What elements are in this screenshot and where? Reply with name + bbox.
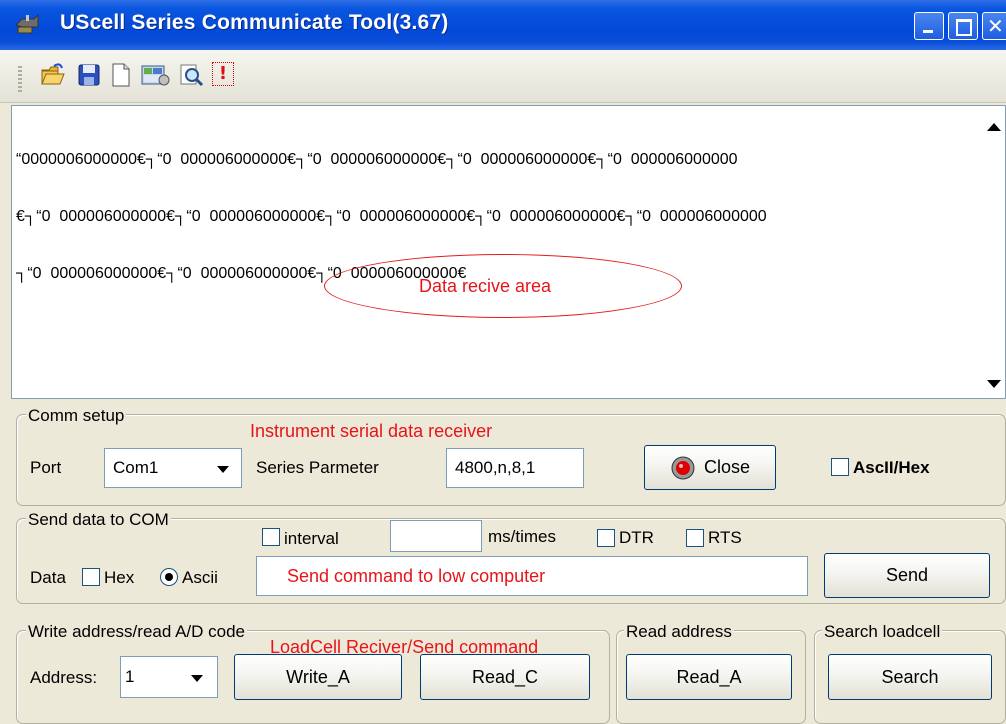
send-button[interactable]: Send	[824, 553, 990, 598]
radio-selected-dot	[165, 573, 173, 581]
title-bar[interactable]: UScell Series Communicate Tool(3.67)	[0, 0, 1006, 50]
receive-area-annotation: Data recive area	[419, 276, 552, 296]
chevron-down-icon	[191, 675, 203, 682]
maximize-icon[interactable]	[948, 12, 978, 40]
address-value: 1	[125, 667, 135, 686]
dtr-checkbox[interactable]	[597, 529, 615, 547]
chevron-down-icon	[217, 466, 229, 473]
comm-setup-annotation: Instrument serial data receiver	[250, 421, 493, 441]
ascii-label: Ascii	[182, 568, 218, 587]
read-c-button[interactable]: Read_C	[420, 654, 590, 700]
rts-checkbox[interactable]	[686, 529, 704, 547]
write-address-legend: Write address/read A/D code	[26, 622, 248, 642]
vertical-scrollbar[interactable]	[983, 106, 1005, 398]
close-icon[interactable]	[982, 12, 1006, 40]
app-icon	[15, 13, 39, 34]
minimize-icon[interactable]	[914, 12, 944, 40]
interval-checkbox[interactable]	[262, 528, 280, 546]
close-port-button[interactable]: Close	[644, 445, 776, 490]
interval-label: interval	[284, 529, 339, 548]
close-port-label: Close	[703, 457, 751, 477]
alert-icon[interactable]: !	[212, 62, 234, 86]
send-data-legend: Send data to COM	[26, 510, 171, 530]
settings-icon[interactable]	[140, 62, 170, 88]
ascii-radio[interactable]	[160, 568, 178, 586]
read-a-button[interactable]: Read_A	[626, 654, 792, 700]
port-label: Port	[30, 458, 62, 477]
scroll-down-icon[interactable]	[987, 380, 1001, 388]
command-input[interactable]: Send command to low computer	[256, 556, 808, 596]
data-label: Data	[30, 568, 66, 587]
received-line: “0000006000000€┐“0 000006000000€┐“0 0000…	[16, 151, 738, 168]
search-button[interactable]: Search	[828, 654, 992, 700]
alert-glyph: !	[218, 63, 228, 84]
search-loadcell-legend: Search loadcell	[822, 622, 943, 642]
save-disk-icon[interactable]	[76, 62, 102, 88]
address-label: Address:	[30, 668, 98, 687]
data-receive-area[interactable]: “0000006000000€┐“0 000006000000€┐“0 0000…	[11, 105, 1006, 399]
ascii-hex-label: AscII/Hex	[853, 458, 930, 477]
series-parameter-input[interactable]: 4800,n,8,1	[446, 448, 584, 488]
interval-input[interactable]	[390, 520, 482, 552]
window-title: UScell Series Communicate Tool(3.67)	[60, 11, 449, 34]
toolbar-grip[interactable]	[18, 66, 22, 92]
rts-label: RTS	[708, 528, 742, 547]
address-select[interactable]: 1	[120, 656, 218, 698]
ms-times-label: ms/times	[488, 527, 556, 546]
ascii-hex-checkbox[interactable]	[831, 458, 849, 476]
scroll-up-icon[interactable]	[987, 123, 1001, 131]
comm-setup-legend: Comm setup	[26, 406, 127, 426]
received-line: €┐“0 000006000000€┐“0 000006000000€┐“0 0…	[16, 208, 767, 225]
new-document-icon[interactable]	[108, 62, 134, 88]
port-select[interactable]: Com1	[104, 448, 242, 488]
port-value: Com1	[113, 458, 159, 477]
dtr-label: DTR	[619, 528, 654, 547]
command-annotation: Send command to low computer	[287, 566, 546, 586]
record-icon	[671, 456, 695, 479]
hex-checkbox[interactable]	[82, 568, 100, 586]
search-magnifier-icon[interactable]	[178, 62, 204, 88]
open-folder-icon[interactable]	[40, 62, 66, 88]
read-address-legend: Read address	[624, 622, 734, 642]
series-parameter-value: 4800,n,8,1	[455, 458, 536, 477]
series-parameter-label: Series Parmeter	[256, 458, 379, 477]
write-a-button[interactable]: Write_A	[234, 654, 402, 700]
hex-label: Hex	[104, 568, 135, 587]
